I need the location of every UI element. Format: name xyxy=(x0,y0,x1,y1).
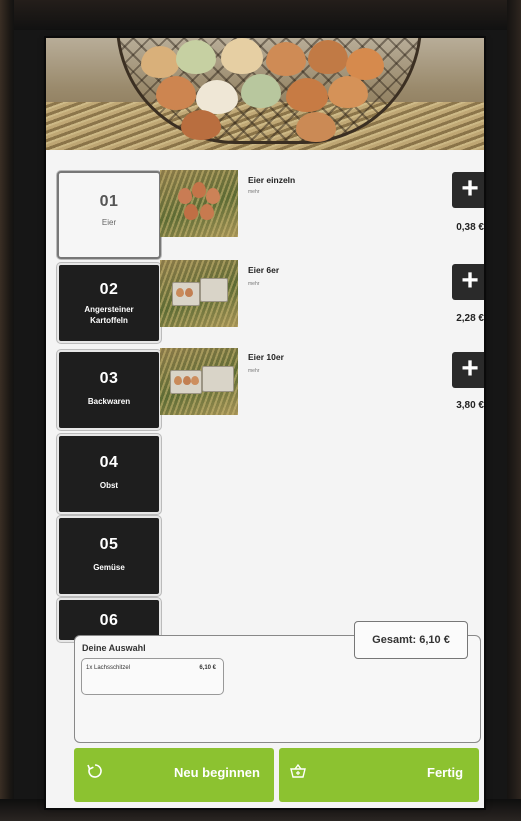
category-number: 06 xyxy=(99,612,119,629)
product-more-link[interactable]: mehr xyxy=(248,189,259,195)
product-price: 0,38 € xyxy=(456,222,484,233)
total-price: Gesamt: 6,10 € xyxy=(354,621,468,659)
product-image-eier-6er xyxy=(160,260,238,327)
plus-icon: + xyxy=(461,172,479,205)
basket-icon xyxy=(289,762,307,785)
category-tile-obst[interactable]: 04 Obst xyxy=(57,434,161,514)
kiosk-screen: 01 Eier 02 Angersteiner Kartoffeln 03 Ba… xyxy=(46,38,484,808)
category-tile-kartoffeln[interactable]: 02 Angersteiner Kartoffeln xyxy=(57,263,161,343)
category-label: Eier xyxy=(101,218,117,227)
hero-banner-eggs-photo xyxy=(46,38,484,150)
selection-item-name: 1x Lachsschitzel xyxy=(86,665,131,671)
category-label: Angersteiner Kartoffeln xyxy=(84,305,134,325)
finish-label: Fertig xyxy=(427,765,464,780)
monitor-frame-left xyxy=(0,0,14,821)
product-name: Eier 6er xyxy=(248,265,280,275)
category-label: Obst xyxy=(99,481,119,490)
monitor-frame-right xyxy=(507,0,521,821)
product-price: 2,28 € xyxy=(456,313,484,324)
category-number: 02 xyxy=(99,281,119,298)
category-tile-eier[interactable]: 01 Eier xyxy=(57,171,161,259)
category-number: 04 xyxy=(99,454,119,471)
restart-label: Neu beginnen xyxy=(174,765,260,780)
category-label: Gemüse xyxy=(93,563,125,572)
product-image-eier-einzeln xyxy=(160,170,238,237)
product-more-link[interactable]: mehr xyxy=(248,368,259,374)
selection-title: Deine Auswahl xyxy=(82,643,146,653)
restart-button[interactable]: Neu beginnen xyxy=(74,748,274,802)
category-tile-backwaren[interactable]: 03 Backwaren xyxy=(57,350,161,430)
product-name: Eier einzeln xyxy=(248,175,296,185)
category-number: 05 xyxy=(99,536,119,553)
product-price: 3,80 € xyxy=(456,400,484,411)
add-to-cart-button[interactable]: + xyxy=(452,352,484,388)
plus-icon: + xyxy=(461,264,479,297)
plus-icon: + xyxy=(461,352,479,385)
selection-item[interactable]: 1x Lachsschitzel 6,10 € xyxy=(81,658,224,695)
category-number: 01 xyxy=(99,193,119,210)
refresh-icon xyxy=(86,762,104,785)
product-image-eier-10er xyxy=(160,348,238,415)
finish-button[interactable]: Fertig xyxy=(279,748,479,802)
selection-item-price: 6,10 € xyxy=(199,665,216,671)
category-label: Backwaren xyxy=(87,397,131,406)
category-number: 03 xyxy=(99,370,119,387)
monitor-frame-top xyxy=(0,0,521,30)
product-name: Eier 10er xyxy=(248,352,284,362)
add-to-cart-button[interactable]: + xyxy=(452,264,484,300)
add-to-cart-button[interactable]: + xyxy=(452,172,484,208)
category-tile-gemuese[interactable]: 05 Gemüse xyxy=(57,516,161,596)
product-more-link[interactable]: mehr xyxy=(248,281,259,287)
